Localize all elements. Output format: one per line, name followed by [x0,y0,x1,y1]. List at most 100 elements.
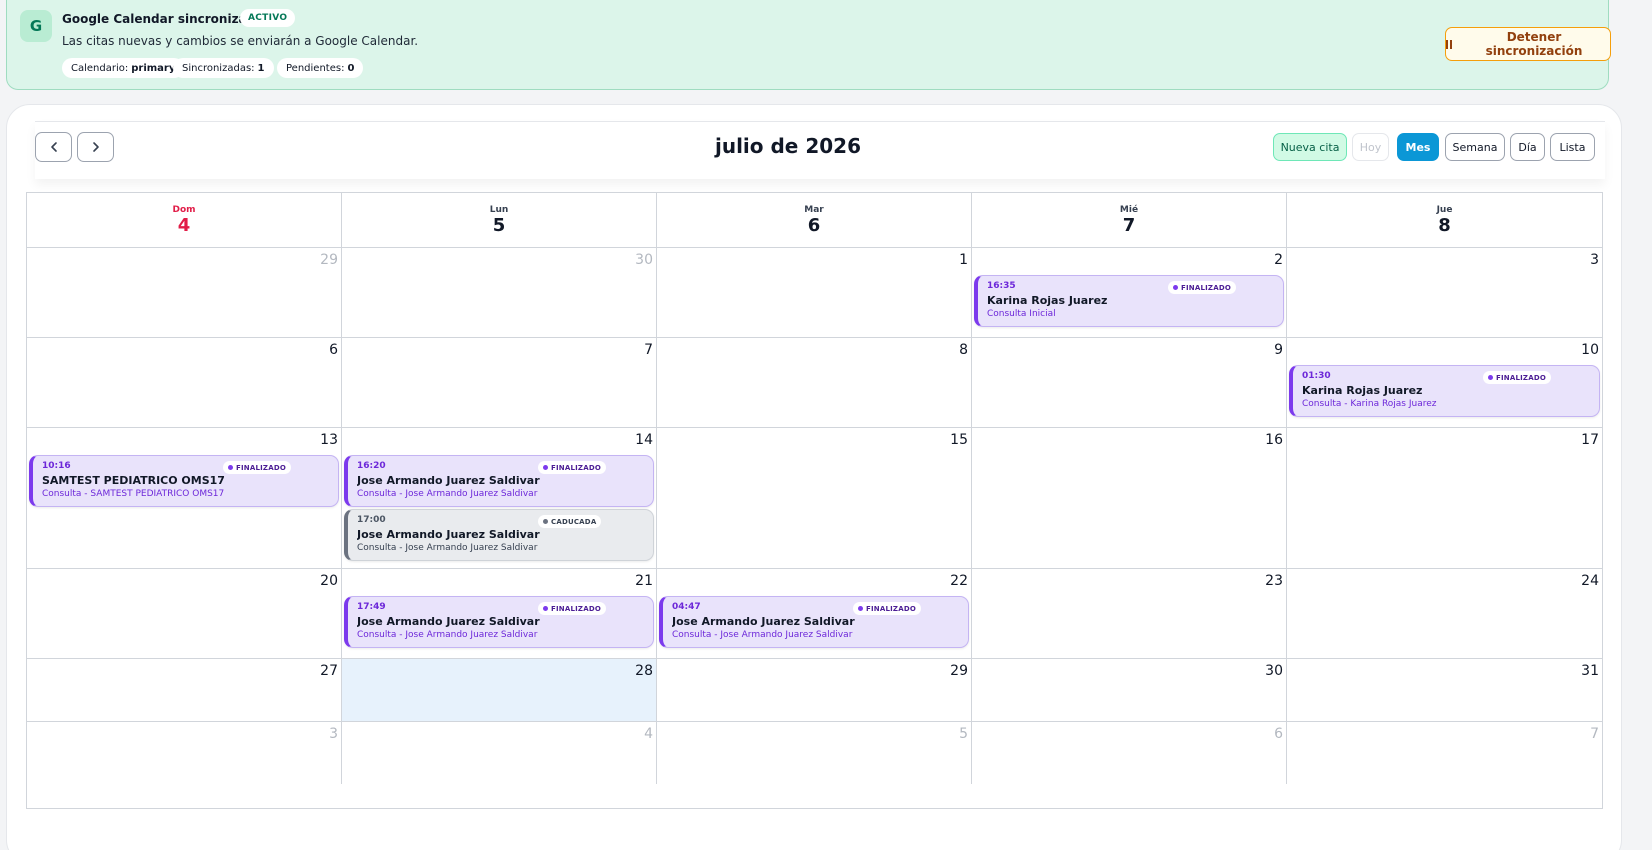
day-number[interactable]: 13 [320,432,338,448]
next-month-button[interactable] [77,132,114,162]
day-number[interactable]: 3 [329,726,338,742]
day-number[interactable]: 30 [635,252,653,268]
day-number[interactable]: 22 [950,573,968,589]
day-cell[interactable]: 31 [1287,659,1602,721]
day-cell[interactable]: 20 [27,569,342,658]
calendar-header: Dom 4 Lun 5 Mar 6 Mié 7 Jue 8 [27,193,1602,248]
event-status-label: FINALIZADO [1496,373,1546,382]
prev-month-button[interactable] [35,132,72,162]
day-number[interactable]: 6 [329,342,338,358]
day-cell[interactable]: 30 [972,659,1287,721]
day-number[interactable]: 8 [959,342,968,358]
appointment-event[interactable]: 16:20 FINALIZADO Jose Armando Juarez Saldi… [344,455,654,507]
day-header-lun[interactable]: Lun 5 [342,193,657,247]
list-view-button[interactable]: Lista [1550,133,1595,161]
week-row: 6 7 8 9 10 01:30 FINALIZADO Karina Rojas Juarez… [27,338,1602,428]
event-list: 01:30 FINALIZADO Karina Rojas Juarez Consul… [1289,365,1600,417]
calendar-toolbar: julio de 2026 Nueva cita Hoy Mes Semana … [35,121,1605,179]
event-description: Consulta - Jose Armando Juarez Saldivar [672,630,853,640]
day-cell[interactable]: 4 [342,722,657,784]
day-cell[interactable]: 23 [972,569,1287,658]
day-cell[interactable]: 29 [657,659,972,721]
day-cell[interactable]: 7 [1287,722,1602,784]
stop-sync-button[interactable]: Detener sincronización [1445,27,1611,61]
day-number[interactable]: 7 [644,342,653,358]
day-cell[interactable]: 30 [342,248,657,337]
day-header-dom[interactable]: Dom 4 [27,193,342,247]
appointment-event[interactable]: 16:35 FINALIZADO Karina Rojas Juarez Consul… [974,275,1284,327]
month-view-button[interactable]: Mes [1397,133,1439,161]
day-cell[interactable]: 15 [657,428,972,568]
day-cell[interactable]: 6 [972,722,1287,784]
day-view-button[interactable]: Día [1510,133,1545,161]
day-cell[interactable]: 6 [27,338,342,427]
day-cell[interactable]: 29 [27,248,342,337]
appointment-event[interactable]: 01:30 FINALIZADO Karina Rojas Juarez Consul… [1289,365,1600,417]
day-cell[interactable]: 24 [1287,569,1602,658]
day-number[interactable]: 29 [950,663,968,679]
appointment-event[interactable]: 04:47 FINALIZADO Jose Armando Juarez Saldi… [659,596,969,648]
synced-chip-label: Sincronizadas: [182,62,255,74]
day-number[interactable]: 3 [1590,252,1599,268]
day-number[interactable]: 2 [1274,252,1283,268]
week-row: 13 10:16 FINALIZADO SAMTEST PEDIATRICO OMS1… [27,428,1602,569]
day-cell[interactable]: 8 [657,338,972,427]
day-cell[interactable]: 9 [972,338,1287,427]
day-number[interactable]: 14 [635,432,653,448]
event-status-badge: FINALIZADO [853,602,921,615]
day-number[interactable]: 24 [1581,573,1599,589]
day-number[interactable]: 20 [320,573,338,589]
day-number[interactable]: 5 [959,726,968,742]
calendar-body: 29 30 1 2 16:35 FINALIZADO Karina Rojas Juarez… [27,248,1602,784]
event-status-badge: FINALIZADO [223,461,291,474]
day-cell[interactable]: 17 [1287,428,1602,568]
day-number[interactable]: 4 [644,726,653,742]
day-cell[interactable]: 14 16:20 FINALIZADO Jose Armando Juarez Sal… [342,428,657,568]
day-number[interactable]: 27 [320,663,338,679]
new-appointment-button[interactable]: Nueva cita [1273,133,1347,161]
day-header-weekday: Mar [804,205,824,215]
day-number[interactable]: 10 [1581,342,1599,358]
week-row: 3 4 5 6 7 [27,722,1602,784]
day-cell[interactable]: 1 [657,248,972,337]
day-cell[interactable]: 27 [27,659,342,721]
day-cell[interactable]: 22 04:47 FINALIZADO Jose Armando Juarez Sal… [657,569,972,658]
day-number[interactable]: 17 [1581,432,1599,448]
day-number[interactable]: 1 [959,252,968,268]
day-number[interactable]: 21 [635,573,653,589]
day-number[interactable]: 16 [1265,432,1283,448]
day-number[interactable]: 31 [1581,663,1599,679]
week-view-button[interactable]: Semana [1445,133,1505,161]
day-number[interactable]: 28 [635,663,653,679]
day-cell[interactable]: 5 [657,722,972,784]
event-list: 04:47 FINALIZADO Jose Armando Juarez Saldi… [659,596,969,648]
day-number[interactable]: 15 [950,432,968,448]
day-number[interactable]: 29 [320,252,338,268]
day-header-mié[interactable]: Mié 7 [972,193,1287,247]
day-cell[interactable]: 3 [1287,248,1602,337]
today-button[interactable]: Hoy [1352,133,1389,161]
day-cell[interactable]: 2 16:35 FINALIZADO Karina Rojas Juarez Consu… [972,248,1287,337]
day-number[interactable]: 30 [1265,663,1283,679]
day-cell[interactable]: 13 10:16 FINALIZADO SAMTEST PEDIATRICO OMS1… [27,428,342,568]
day-header-mar[interactable]: Mar 6 [657,193,972,247]
appointment-event[interactable]: 17:00 CADUCADA Jose Armando Juarez Saldiva… [344,509,654,561]
day-header-jue[interactable]: Jue 8 [1287,193,1602,247]
day-number[interactable]: 23 [1265,573,1283,589]
day-cell[interactable]: 10 01:30 FINALIZADO Karina Rojas Juarez Cons… [1287,338,1602,427]
appointment-event[interactable]: 10:16 FINALIZADO SAMTEST PEDIATRICO OMS17 C… [29,455,339,507]
day-cell-today[interactable]: 28 [342,659,657,721]
day-number[interactable]: 6 [1274,726,1283,742]
day-cell[interactable]: 7 [342,338,657,427]
google-calendar-icon: G [20,10,52,42]
day-cell[interactable]: 21 17:49 FINALIZADO Jose Armando Juarez Sal… [342,569,657,658]
day-cell[interactable]: 3 [27,722,342,784]
day-number[interactable]: 7 [1590,726,1599,742]
day-number[interactable]: 9 [1274,342,1283,358]
event-patient-name: Jose Armando Juarez Saldivar [357,615,540,628]
day-cell[interactable]: 16 [972,428,1287,568]
calendar-chip: Calendario: primary [62,58,185,78]
status-dot-icon [228,465,233,470]
appointment-event[interactable]: 17:49 FINALIZADO Jose Armando Juarez Saldi… [344,596,654,648]
event-description: Consulta - Jose Armando Juarez Saldivar [357,489,538,499]
